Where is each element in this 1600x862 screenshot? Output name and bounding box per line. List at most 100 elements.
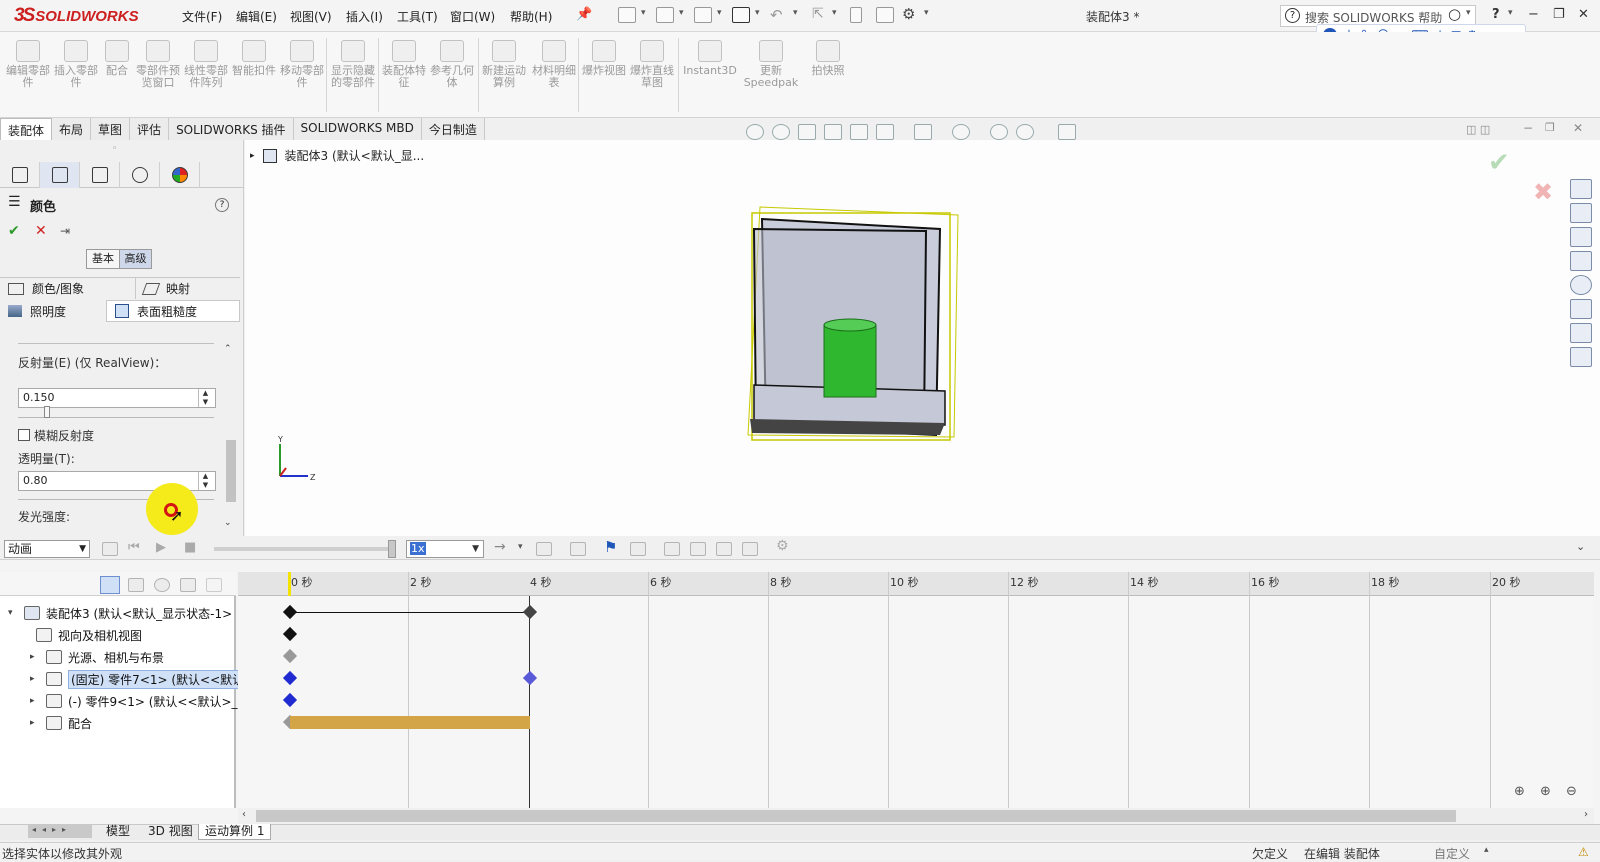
units-up-icon[interactable]: ▴ [1484,845,1489,855]
expand-arrow-icon[interactable]: ▸ [30,718,40,728]
rebuild-icon[interactable] [850,7,862,23]
viewport-close-icon[interactable]: ✕ [1573,121,1583,135]
tab-motion-study[interactable]: 运动算例 1 [198,824,272,840]
filter-driving-icon[interactable] [128,578,144,592]
tab-3dexperience[interactable]: 今日制造 [421,118,485,140]
display-style-icon[interactable] [914,124,932,140]
tab-color-image[interactable]: 颜色/图象 [0,277,136,299]
expand-arrow-icon[interactable]: ▸ [30,674,40,684]
open-dropdown-icon[interactable]: ▾ [679,8,684,18]
pin-icon[interactable]: 📌 [576,7,592,22]
tab-mbd[interactable]: SOLIDWORKS MBD [293,118,422,140]
print-dropdown-icon[interactable]: ▾ [755,8,760,18]
view-settings-icon[interactable] [1058,124,1076,140]
save-dropdown-icon[interactable]: ▾ [717,8,722,18]
select-dropdown-icon[interactable]: ▾ [832,8,837,18]
menu-view[interactable]: 视图(V) [290,8,332,25]
panel-splitter-dot[interactable]: ◦ [112,144,117,154]
reference-geometry-button[interactable]: 参考几何体 [430,40,474,116]
menu-tools[interactable]: 工具(T) [397,8,438,25]
display-manager-tab[interactable] [160,162,200,188]
playback-slider-thumb[interactable] [388,540,396,558]
print-icon[interactable] [732,7,750,23]
autokey-icon[interactable]: ⚑ [604,538,617,556]
new-dropdown-icon[interactable]: ▾ [641,8,646,18]
tree-row-part7[interactable]: ▸ (固定) 零件7<1> (默认<<默认 [30,668,248,690]
save-animation-icon[interactable] [536,542,552,556]
collapse-panel-chevron-icon[interactable]: ⌄ [1576,540,1585,553]
hide-show-items-icon[interactable] [952,124,970,140]
select-arrow-icon[interactable]: ⇱ [812,6,824,22]
bill-of-materials-button[interactable]: 材料明细表 [532,40,576,116]
solidworks-logo[interactable]: 3S SOLIDWORKS [14,4,154,28]
calculate-icon[interactable] [102,542,118,556]
menu-edit[interactable]: 编辑(E) [236,8,277,25]
section-view-icon[interactable] [824,124,842,140]
insert-components-button[interactable]: 插入零部件 [54,40,98,116]
menu-insert[interactable]: 插入(I) [346,8,383,25]
zoom-to-fit-icon[interactable] [746,124,764,140]
search-icon[interactable]: ○ [1448,5,1461,23]
explode-line-sketch-button[interactable]: 爆炸直线草图 [630,40,674,116]
play-from-start-icon[interactable]: ⏮ [128,540,140,555]
options-gear-icon[interactable]: ⚙ [902,5,915,23]
force-icon[interactable] [742,542,758,556]
tab-addins[interactable]: SOLIDWORKS 插件 [169,118,294,140]
assembly-model[interactable] [740,205,980,455]
minimize-icon[interactable]: − [1528,7,1539,22]
filter-results-icon[interactable] [180,578,196,592]
tab-model[interactable]: 模型 [100,824,136,840]
playback-mode-icon[interactable]: → [494,539,506,555]
options-dropdown-icon[interactable]: ▾ [924,8,929,18]
playback-slider[interactable] [214,547,388,551]
timeline-area[interactable] [238,596,1594,808]
instant3d-button[interactable]: Instant3D [682,40,738,116]
tab-mapping[interactable]: 映射 [136,277,240,299]
motor-icon[interactable] [664,542,680,556]
expand-arrow-icon[interactable]: ▸ [30,696,40,706]
playback-mode-dropdown-icon[interactable]: ▾ [518,542,523,552]
blurry-reflect-checkbox[interactable] [18,429,30,441]
restore-icon[interactable]: ❐ [1553,7,1565,22]
assembly-features-button[interactable]: 装配体特征 [382,40,426,116]
scroll-left-icon[interactable]: ‹ [242,809,246,820]
appearances-icon[interactable] [1570,275,1592,295]
undo-dropdown-icon[interactable]: ▾ [793,8,798,18]
tree-row-part9[interactable]: ▸ (-) 零件9<1> (默认<<默认>_ [30,690,238,712]
mate-button[interactable]: 配合 [100,40,134,116]
component-preview-button[interactable]: 零部件预览窗口 [136,40,180,116]
file-properties-icon[interactable] [876,7,894,23]
configuration-manager-tab[interactable] [80,162,120,188]
help-dropdown-icon[interactable]: ▾ [1508,8,1513,18]
file-explorer-icon[interactable] [1570,227,1592,247]
3d-content-icon[interactable] [1570,203,1592,223]
panel-scrollbar[interactable] [224,344,238,532]
forum-chat-icon[interactable] [1570,347,1592,367]
undo-icon[interactable]: ↶ [770,6,783,24]
confirm-cancel-icon[interactable]: ✖ [1533,178,1553,206]
status-units[interactable]: 自定义 [1434,845,1470,862]
edit-component-button[interactable]: 编辑零部件 [6,40,50,116]
mates-change-bar[interactable] [290,716,530,729]
damper-icon[interactable] [716,542,732,556]
menu-help[interactable]: 帮助(H) [510,8,552,25]
zoom-out-timeline-icon[interactable]: ⊖ [1566,784,1577,799]
tree-row-mates[interactable]: ▸ 配合 [30,712,92,734]
view-palette-icon[interactable] [1570,251,1592,271]
save-icon[interactable] [694,7,712,23]
basic-mode-button[interactable]: 基本 [87,250,119,268]
cancel-x-icon[interactable]: ✕ [35,223,47,239]
property-manager-tab[interactable] [40,162,80,188]
tree-row-lights[interactable]: ▸ 光源、相机与布景 [30,646,164,668]
previous-view-icon[interactable] [798,124,816,140]
take-snapshot-button[interactable]: 拍快照 [806,40,850,116]
home-icon[interactable] [1570,179,1592,199]
collapse-arrow-icon[interactable]: ▾ [8,608,18,618]
smart-fasteners-button[interactable]: 智能扣件 [232,40,276,116]
tree-row-orientation[interactable]: 视向及相机视图 [36,624,142,646]
confirm-ok-icon[interactable]: ✔ [1488,148,1510,178]
zoom-to-area-icon[interactable] [772,124,790,140]
exploded-view-button[interactable]: 爆炸视图 [582,40,626,116]
add-key-icon[interactable] [630,542,646,556]
timeline-scrollbar-thumb[interactable] [256,810,1456,822]
